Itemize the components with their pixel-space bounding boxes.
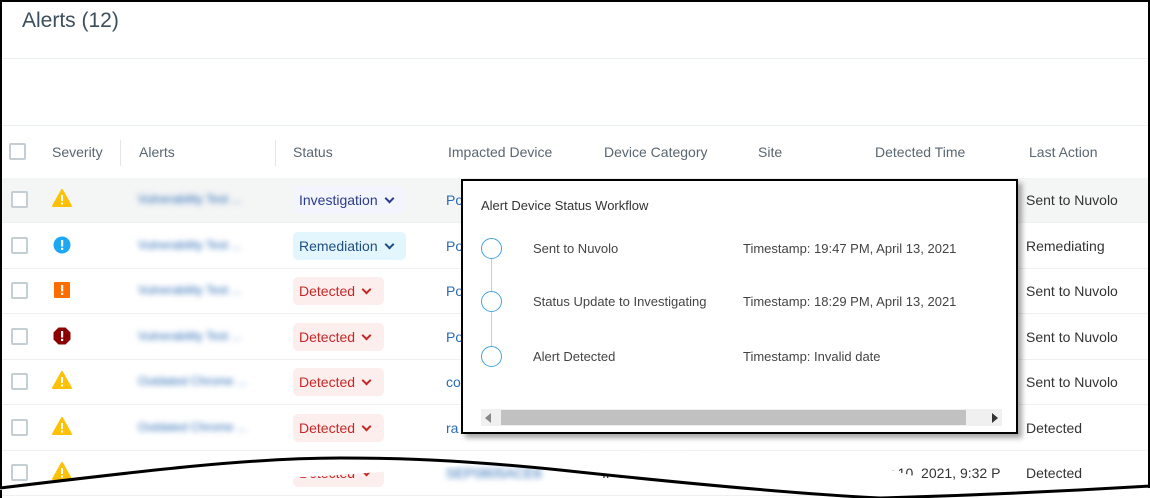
status-label: Investigation	[299, 192, 378, 208]
status-label: Remediation	[299, 237, 378, 254]
col-site[interactable]: Site	[758, 144, 782, 160]
scroll-left-icon[interactable]	[485, 413, 491, 423]
row-checkbox[interactable]	[11, 327, 28, 345]
col-severity[interactable]: Severity	[52, 144, 103, 160]
workflow-popup: Alert Device Status Workflow Sent to Nuv…	[461, 179, 1018, 434]
step-timestamp: Timestamp: Invalid date	[743, 349, 881, 364]
alert-name[interactable]: Outdated Chrome ...	[138, 374, 247, 388]
alert-name[interactable]: Vulnerability Test ...	[138, 329, 241, 343]
chevron-down-icon	[361, 375, 372, 386]
last-action: Sent to Nuvolo	[1026, 192, 1118, 208]
row-checkbox[interactable]	[11, 236, 28, 254]
torn-edge	[0, 450, 1150, 498]
step-timestamp: Timestamp: 19:47 PM, April 13, 2021	[743, 241, 957, 256]
col-impacted-device[interactable]: Impacted Device	[448, 144, 552, 160]
step-timestamp: Timestamp: 18:29 PM, April 13, 2021	[743, 294, 957, 309]
alert-name[interactable]: Vulnerability Test ...	[138, 283, 241, 297]
status-dropdown[interactable]: Detected	[293, 277, 384, 305]
alert-name[interactable]: Vulnerability Test ...	[138, 192, 241, 206]
row-checkbox[interactable]	[11, 191, 28, 208]
status-dropdown[interactable]: Detected	[293, 368, 384, 396]
row-checkbox[interactable]	[11, 373, 28, 390]
scrollbar-thumb[interactable]	[501, 410, 966, 425]
status-label: Detected	[299, 374, 356, 390]
status-label: Detected	[299, 283, 356, 299]
status-dropdown[interactable]: Investigation	[293, 186, 403, 214]
last-action: Sent to Nuvolo	[1026, 328, 1118, 345]
last-action: Sent to Nuvolo	[1026, 283, 1118, 299]
chevron-down-icon	[361, 330, 372, 340]
alert-name[interactable]: Vulnerability Test ...	[138, 238, 241, 252]
high-severity-square-icon	[52, 280, 72, 305]
col-status[interactable]: Status	[293, 144, 333, 160]
page-title: Alerts (12)	[22, 9, 119, 32]
chevron-down-icon	[384, 193, 395, 204]
last-action: Sent to Nuvolo	[1026, 374, 1118, 390]
divider	[2, 58, 1148, 59]
step-label: Sent to Nuvolo	[533, 241, 619, 256]
status-dropdown[interactable]: Remediation	[293, 231, 406, 260]
col-alerts[interactable]: Alerts	[139, 144, 175, 160]
last-action: Remediating	[1026, 237, 1105, 254]
col-last-action[interactable]: Last Action	[1029, 144, 1098, 160]
status-dropdown[interactable]: Detected	[293, 322, 384, 351]
warning-triangle-icon	[52, 371, 72, 394]
column-separator	[120, 140, 121, 166]
impacted-device-link[interactable]: co	[446, 374, 461, 390]
row-checkbox[interactable]	[11, 282, 28, 299]
step-circle-icon	[481, 291, 502, 312]
col-detected-time[interactable]: Detected Time	[875, 144, 965, 160]
status-label: Detected	[299, 328, 356, 345]
select-all-checkbox[interactable]	[9, 143, 26, 160]
chevron-down-icon	[361, 284, 372, 295]
step-circle-icon	[481, 346, 502, 367]
info-circle-icon	[52, 235, 72, 260]
step-label: Alert Detected	[533, 349, 616, 364]
col-device-category[interactable]: Device Category	[604, 144, 708, 160]
critical-octagon-icon	[52, 326, 72, 351]
horizontal-scrollbar[interactable]	[481, 409, 1002, 426]
step-label: Status Update to Investigating	[533, 294, 707, 309]
warning-triangle-icon	[52, 189, 72, 212]
column-separator	[275, 140, 276, 166]
chevron-down-icon	[384, 239, 395, 249]
step-circle-icon	[481, 238, 502, 259]
popup-title: Alert Device Status Workflow	[481, 198, 649, 213]
divider	[2, 125, 1148, 126]
scroll-right-icon[interactable]	[992, 413, 998, 423]
